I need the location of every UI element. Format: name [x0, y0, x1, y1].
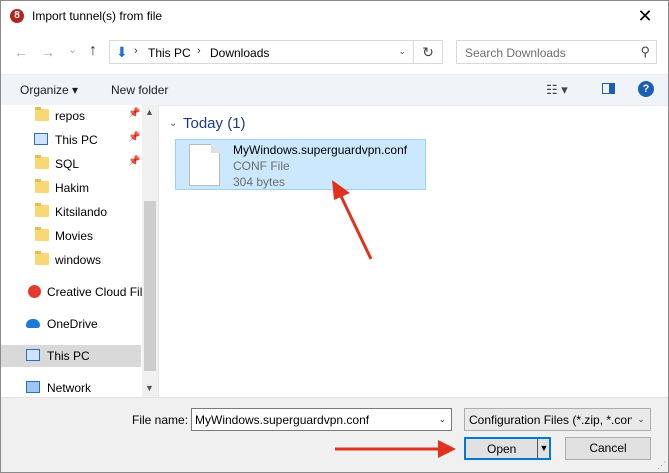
sidebar-item-network[interactable]: Network — [1, 377, 141, 399]
folder-icon — [35, 203, 49, 217]
sidebar-item-label: Movies — [55, 229, 94, 243]
folder-icon — [35, 155, 49, 169]
up-arrow-icon[interactable]: ↑ — [89, 42, 97, 60]
sidebar-item-label: windows — [55, 253, 102, 267]
pin-icon: 📌 — [128, 156, 141, 167]
sidebar-item-label: Hakim — [55, 181, 90, 195]
sidebar-item-kitsilando[interactable]: Kitsilando — [1, 201, 141, 223]
file-name-value: MyWindows.superguardvpn.conf — [195, 413, 370, 427]
sidebar-item-sql[interactable]: SQL 📌 — [1, 153, 141, 175]
organize-button[interactable]: Organize ▾ — [20, 83, 78, 97]
folder-icon — [35, 251, 49, 265]
sidebar-item-this-pc-quick[interactable]: This PC 📌 — [1, 129, 141, 151]
file-name-label: File name: — [132, 413, 189, 427]
file-type-filter-value: Configuration Files (*.zip, *.con — [469, 413, 634, 427]
open-split-dropdown-icon[interactable]: ▼ — [537, 439, 550, 458]
file-name: MyWindows.superguardvpn.conf — [233, 143, 408, 157]
onedrive-icon — [26, 319, 40, 328]
sidebar-item-label: This PC — [55, 133, 98, 147]
sidebar-item-this-pc[interactable]: This PC — [1, 345, 141, 367]
file-type-filter[interactable]: Configuration Files (*.zip, *.con ⌄ — [464, 408, 651, 431]
conf-file-icon — [189, 144, 220, 186]
preview-pane-icon[interactable] — [602, 83, 615, 94]
breadcrumb-downloads[interactable]: Downloads — [210, 46, 269, 60]
sidebar-item-repos[interactable]: repos 📌 — [1, 105, 141, 127]
sidebar-item-onedrive[interactable]: OneDrive — [1, 313, 141, 335]
search-input[interactable]: Search Downloads ⚲ — [456, 40, 657, 64]
group-header-today[interactable]: Today (1) — [183, 115, 246, 132]
group-collapse-icon[interactable]: ⌄ — [169, 118, 177, 129]
sidebar-item-hakim[interactable]: Hakim — [1, 177, 141, 199]
change-view-icon[interactable]: ☷ ▾ — [546, 82, 568, 98]
file-size: 304 bytes — [233, 175, 286, 189]
scrollbar-thumb[interactable] — [144, 201, 156, 371]
open-button-label: Open — [487, 442, 517, 456]
command-toolbar: Organize ▾ New folder ☷ ▾ ? — [1, 74, 668, 106]
title-bar: 8 Import tunnel(s) from file ✕ — [1, 1, 668, 32]
sidebar-item-label: OneDrive — [47, 317, 98, 331]
search-placeholder: Search Downloads — [465, 46, 566, 60]
sidebar-item-windows[interactable]: windows — [1, 249, 141, 271]
sidebar-item-label: Kitsilando — [55, 205, 108, 219]
navigation-bar: ← → ⌄ ↑ ⬇ › This PC › Downloads ⌄ ↻ Sear… — [1, 32, 668, 72]
sidebar-item-movies[interactable]: Movies — [1, 225, 141, 247]
navigation-pane: repos 📌 This PC 📌 SQL 📌 Hakim Kitsilando… — [1, 105, 159, 397]
pc-icon — [26, 349, 40, 361]
search-icon[interactable]: ⚲ — [640, 44, 650, 60]
network-icon — [26, 381, 40, 393]
file-dialog-window: 8 Import tunnel(s) from file ✕ ← → ⌄ ↑ ⬇… — [0, 0, 669, 473]
address-bar[interactable]: ⬇ › This PC › Downloads ⌄ ↻ — [109, 40, 443, 64]
cancel-button[interactable]: Cancel — [565, 437, 651, 460]
dialog-footer: File name: MyWindows.superguardvpn.conf … — [1, 397, 668, 472]
pc-icon — [34, 133, 48, 145]
address-dropdown-icon[interactable]: ⌄ — [398, 46, 406, 57]
resize-grip-icon[interactable]: ⋰ — [657, 460, 666, 471]
close-button[interactable]: ✕ — [622, 1, 668, 32]
sidebar-item-creative-cloud[interactable]: Creative Cloud Fil — [1, 281, 143, 303]
sidebar-item-label: This PC — [47, 349, 90, 363]
refresh-icon[interactable]: ↻ — [413, 41, 442, 63]
downloads-icon: ⬇ — [116, 44, 128, 60]
recent-locations-icon[interactable]: ⌄ — [68, 43, 77, 56]
sidebar-item-label: SQL — [55, 157, 80, 171]
folder-icon — [35, 227, 49, 241]
breadcrumb-this-pc[interactable]: This PC — [148, 46, 191, 60]
help-icon[interactable]: ? — [638, 81, 654, 97]
back-icon[interactable]: ← — [14, 44, 28, 60]
app-icon: 8 — [10, 9, 24, 23]
filter-dropdown-icon[interactable]: ⌄ — [632, 409, 650, 430]
window-title: Import tunnel(s) from file — [32, 9, 163, 23]
pin-icon: 📌 — [128, 108, 141, 119]
forward-icon[interactable]: → — [41, 44, 55, 60]
file-item-selected[interactable]: MyWindows.superguardvpn.conf CONF File 3… — [175, 139, 426, 190]
open-button[interactable]: Open ▼ — [464, 437, 551, 460]
breadcrumb-chevron-icon[interactable]: › — [197, 45, 201, 57]
sidebar-item-label: Network — [47, 381, 92, 395]
folder-icon — [35, 107, 49, 121]
breadcrumb-chevron-icon[interactable]: › — [134, 45, 138, 57]
scroll-down-icon[interactable]: ▼ — [145, 383, 154, 393]
folder-icon — [35, 179, 49, 193]
sidebar-item-label: repos — [55, 109, 86, 123]
pin-icon: 📌 — [128, 132, 141, 143]
file-name-input[interactable]: MyWindows.superguardvpn.conf ⌄ — [191, 408, 452, 431]
new-folder-button[interactable]: New folder — [111, 83, 168, 97]
sidebar-item-label: Creative Cloud Fil — [47, 285, 143, 299]
sidebar-scrollbar[interactable]: ▲ ▼ — [142, 105, 158, 397]
scroll-up-icon[interactable]: ▲ — [145, 107, 154, 117]
creative-cloud-icon — [28, 285, 41, 298]
file-name-dropdown-icon[interactable]: ⌄ — [438, 414, 446, 425]
file-type: CONF File — [233, 159, 290, 173]
